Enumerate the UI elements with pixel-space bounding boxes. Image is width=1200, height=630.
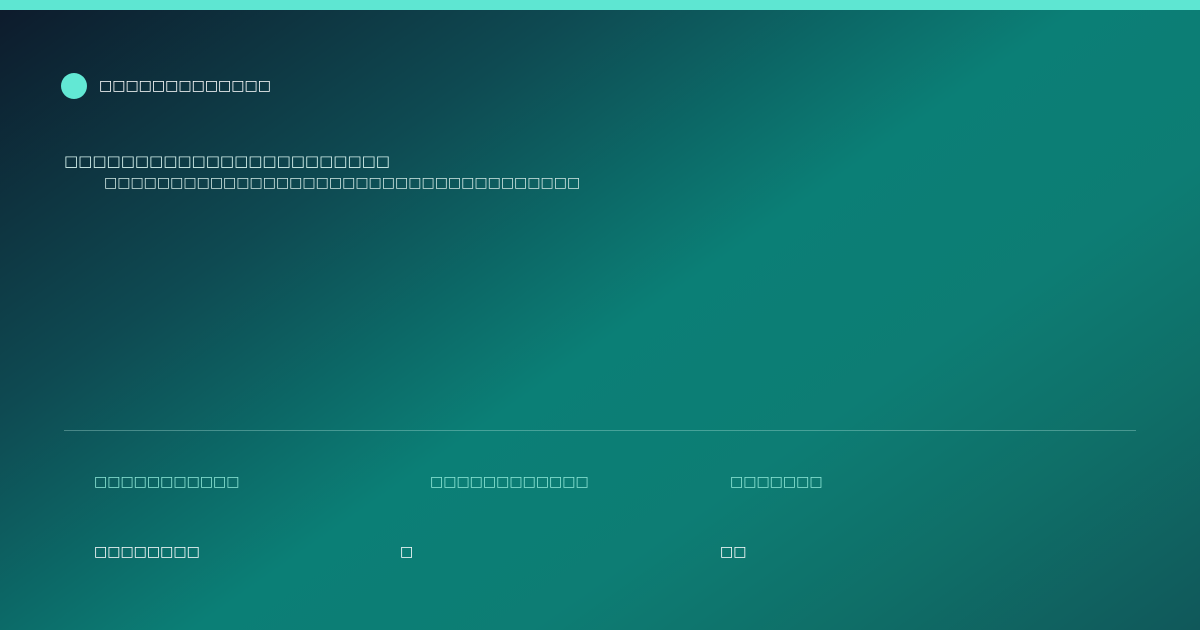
top-accent-bar — [0, 0, 1200, 10]
stat-label-2: □□□□□□□□□□□□ — [430, 474, 589, 490]
stat-label-1: □□□□□□□□□□□ — [94, 474, 240, 490]
stat-value-3: □□ — [720, 544, 747, 560]
hero-subline: □□□□□□□□□□□□□□□□□□□□□□□□□□□□□□□□□□□□ — [104, 175, 581, 191]
hero-headline: □□□□□□□□□□□□□□□□□□□□□□□ — [64, 152, 390, 170]
stat-value-1: □□□□□□□□ — [94, 544, 200, 560]
stat-value-2: □ — [400, 544, 414, 560]
brand: □□□□□□□□□□□□□ — [61, 73, 271, 99]
brand-name: □□□□□□□□□□□□□ — [99, 78, 271, 94]
page: { "header": { "brand_name": "□□□□□□□□□□□… — [0, 0, 1200, 630]
stat-label-3: □□□□□□□ — [730, 474, 823, 490]
brand-logo-icon — [61, 73, 87, 99]
section-divider — [64, 430, 1136, 431]
